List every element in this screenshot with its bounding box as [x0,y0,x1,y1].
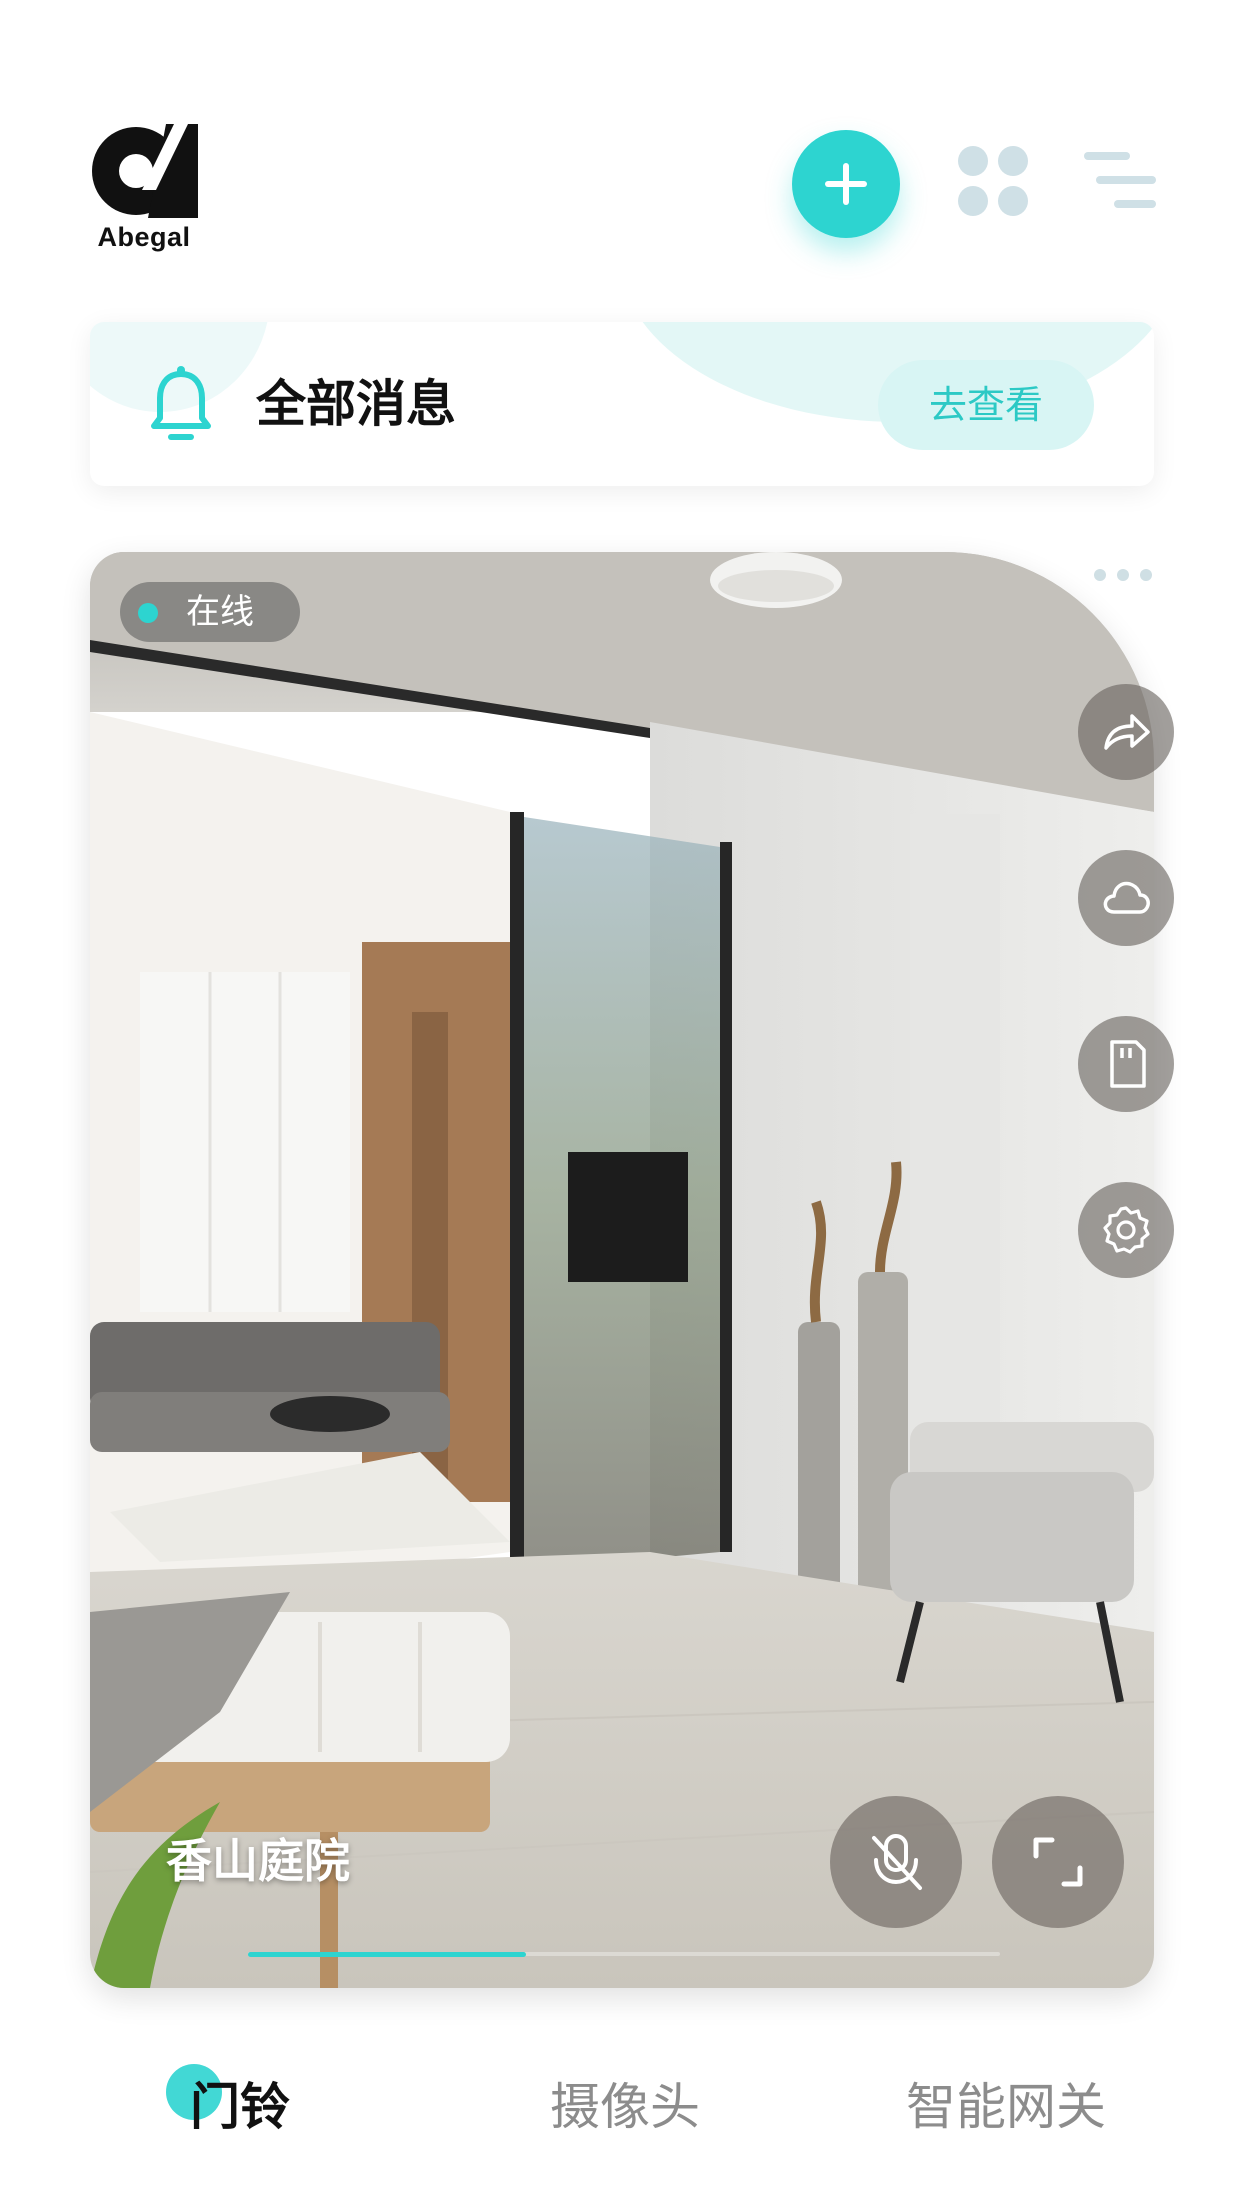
sd-card-icon [1110,1040,1146,1088]
share-icon [1104,714,1150,750]
tab-camera-label: 摄像头 [550,2078,700,2136]
online-status-text: 在线 [186,592,254,632]
view-messages-button[interactable]: 去查看 [878,360,1094,450]
settings-icon [1103,1206,1150,1254]
playback-progress-fill [248,1952,526,1957]
mic-off-icon [872,1834,922,1890]
bell-icon [151,366,211,440]
add-device-button[interactable] [792,130,900,238]
messages-banner[interactable]: 全部消息 去查看 [90,322,1154,486]
logo-mark-icon [92,124,198,218]
camera-name: 香山庭院 [166,1834,350,1888]
camera-preview-card[interactable]: 在线 香山庭院 [90,552,1154,1988]
mute-button[interactable] [830,1796,962,1928]
tab-doorbell-label: 门铃 [190,2078,290,2136]
grid-icon [958,146,1028,216]
menu-icon [1084,152,1156,208]
fullscreen-button[interactable] [992,1796,1124,1928]
cloud-icon [1103,881,1150,914]
more-options-icon[interactable] [1090,564,1156,586]
sd-card-button[interactable] [1078,1016,1174,1112]
cloud-storage-button[interactable] [1078,850,1174,946]
settings-button[interactable] [1078,1182,1174,1278]
plus-icon [825,163,867,205]
online-status-badge: 在线 [120,582,300,642]
status-dot [138,603,158,623]
tab-smart-gateway[interactable]: 智能网关 [906,2076,1106,2138]
share-button[interactable] [1078,684,1174,780]
camera-preview-image [90,552,1154,1988]
fullscreen-icon [1033,1837,1083,1887]
tab-camera[interactable]: 摄像头 [550,2076,700,2138]
menu-button[interactable] [1084,148,1156,214]
grid-view-button[interactable] [958,146,1028,216]
tab-doorbell[interactable]: 门铃 [166,2064,290,2138]
abegal-logo: Abegal [88,124,200,260]
tab-smart-gateway-label: 智能网关 [906,2078,1106,2136]
messages-title: 全部消息 [256,375,456,433]
brand-name: Abegal [97,222,191,252]
